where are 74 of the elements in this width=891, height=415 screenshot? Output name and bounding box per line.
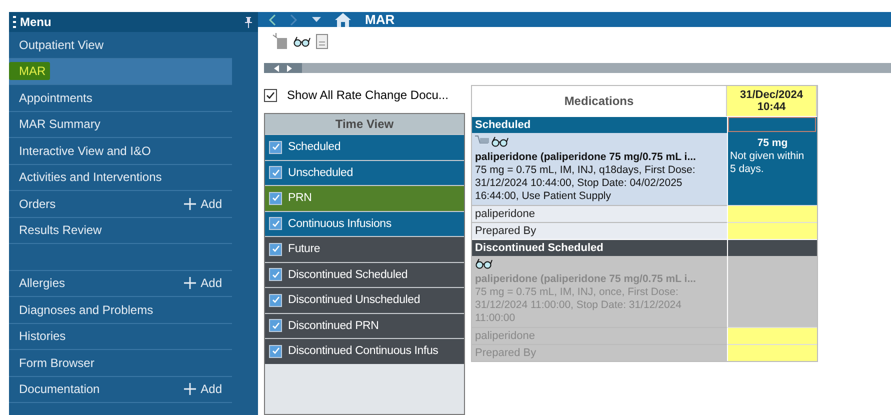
page-icon[interactable] <box>316 34 328 49</box>
glasses-icon <box>293 36 311 47</box>
order-title: paliperidone (paliperidone 75 mg/0.75 mL i... <box>475 151 697 164</box>
row-label: paliperidone <box>472 205 727 222</box>
check-icon <box>272 168 280 177</box>
pin-icon[interactable] <box>245 16 252 28</box>
plus-icon <box>184 198 196 210</box>
rate-change-checkbox[interactable]: Show All Rate Change Docu... <box>264 85 465 105</box>
menu-item[interactable]: MAR <box>9 58 232 85</box>
menu-item[interactable]: Activities and Interventions <box>9 164 232 191</box>
check-icon <box>272 347 280 356</box>
menu-item[interactable]: MAR Summary <box>9 112 232 138</box>
column-header: 31/Dec/2024 10:44 <box>727 86 817 116</box>
check-icon <box>272 245 280 254</box>
dropdown-icon[interactable] <box>312 16 321 22</box>
dose-note: Not given within 5 days. <box>729 150 806 176</box>
dose-text: 75 mg <box>756 137 789 150</box>
drag-handle-icon <box>13 16 16 28</box>
back-icon[interactable] <box>268 14 276 26</box>
filter-item[interactable]: Continuous Infusions <box>265 210 464 236</box>
order-detail: 75 mg = 0.75 mL, IM, INJ, q18days, First Dose: 31/12/2024 10:44:00, Stop Date: 04/02/2025 16:44:00, Use Patient Supply <box>475 164 696 203</box>
group-header: Discontinued Scheduled <box>472 239 727 256</box>
menu-item[interactable]: Form Browser <box>9 350 232 376</box>
document-icon[interactable] <box>272 33 288 50</box>
menu-item[interactable]: Histories <box>9 324 232 350</box>
sidebar-title: Menu <box>20 15 52 29</box>
filter-item[interactable]: PRN <box>265 185 464 210</box>
panel-title: Time View <box>265 114 464 134</box>
scroll-bar[interactable] <box>264 63 891 73</box>
glasses-icon <box>475 258 493 269</box>
check-icon <box>272 296 280 304</box>
order-cell[interactable]: paliperidone (paliperidone 75 mg/0.75 mL i... 75 mg = 0.75 mL, IM, INJ, q18days, First Dose: 31/12/2024 10:44:00, Stop Date: 04/02/2025 16:44:00, Use Patient Supply <box>472 133 727 205</box>
filter-item[interactable]: Discontinued PRN <box>265 312 464 338</box>
order-detail: 75 mg = 0.75 mL, IM, INJ, once, First Dose: 31/12/2024 11:00:00, Stop Date: 31/12/2024 11:00:00 <box>475 286 682 325</box>
plus-icon <box>184 383 196 396</box>
check-icon <box>272 143 280 152</box>
menu-item[interactable]: Interactive View and I&O <box>9 138 232 164</box>
scroll-left-icon[interactable] <box>274 64 279 72</box>
dose-cell[interactable] <box>727 256 817 327</box>
time-cell[interactable] <box>727 205 817 222</box>
menu-item[interactable]: Results Review <box>9 218 232 244</box>
add-button[interactable]: Add <box>184 382 222 396</box>
row-label: paliperidone <box>472 327 727 344</box>
filter-item[interactable]: Unscheduled <box>265 160 464 185</box>
check-icon <box>266 90 275 100</box>
row-label: Prepared By <box>472 222 727 239</box>
filter-item[interactable]: Future <box>265 236 464 262</box>
filter-item[interactable]: Discontinued Continuous Infus <box>265 338 464 364</box>
plus-icon <box>184 277 196 290</box>
menu-item[interactable]: Allergies Add <box>9 270 232 297</box>
menu-item[interactable]: Appointments <box>9 85 232 112</box>
check-icon <box>272 322 280 330</box>
order-title: paliperidone (paliperidone 75 mg/0.75 mL i... <box>475 273 697 286</box>
dose-cell[interactable]: 75 mg Not given within 5 days. <box>727 133 817 205</box>
check-icon <box>272 220 280 228</box>
page-title: MAR <box>365 12 395 27</box>
filter-item[interactable]: Discontinued Scheduled <box>265 262 464 287</box>
filter-item[interactable]: Discontinued Unscheduled <box>265 287 464 312</box>
check-icon <box>272 270 280 279</box>
row-label: Prepared By <box>472 344 727 361</box>
time-cell[interactable] <box>727 222 817 239</box>
check-icon <box>272 194 280 202</box>
time-cell[interactable] <box>727 344 817 361</box>
menu-item[interactable]: Documentation Add <box>9 376 232 403</box>
scroll-right-icon[interactable] <box>287 64 292 72</box>
add-button[interactable]: Add <box>184 196 222 211</box>
menu-item[interactable]: Orders Add <box>9 191 232 218</box>
group-header: Scheduled <box>472 116 727 133</box>
filter-item[interactable]: Scheduled <box>265 134 464 160</box>
menu-item[interactable]: Diagnoses and Problems <box>9 297 232 324</box>
glasses-icon <box>491 136 509 147</box>
home-icon[interactable] <box>335 12 351 26</box>
time-cell[interactable] <box>727 327 817 344</box>
add-button[interactable]: Add <box>184 276 222 290</box>
